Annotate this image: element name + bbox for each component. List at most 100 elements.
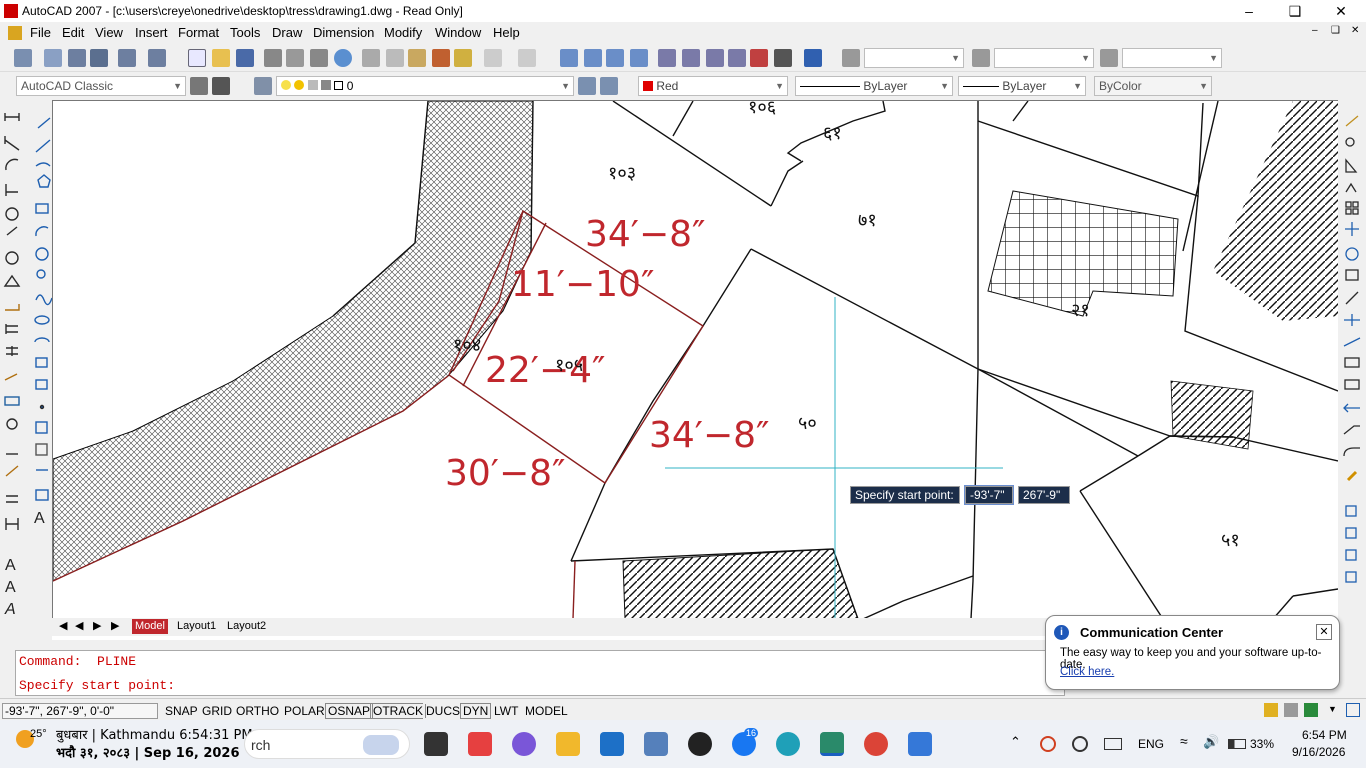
next-tab-icon[interactable]: ▶ bbox=[90, 619, 104, 634]
properties-icon[interactable] bbox=[658, 49, 676, 67]
sheet-set-icon[interactable] bbox=[68, 49, 86, 67]
layer-manager-icon[interactable] bbox=[254, 77, 272, 95]
model-toggle[interactable]: MODEL bbox=[522, 703, 571, 719]
dyn-x-input[interactable]: -93'-7" bbox=[964, 485, 1014, 505]
help-icon[interactable] bbox=[804, 49, 822, 67]
autocad-taskbar-icon[interactable] bbox=[820, 732, 844, 756]
tab-layout1[interactable]: Layout1 bbox=[174, 619, 219, 634]
maximize-button[interactable]: ❑ bbox=[1272, 0, 1318, 22]
comm-center-icon[interactable] bbox=[1264, 703, 1278, 717]
doc-minimize-button[interactable]: – bbox=[1312, 25, 1318, 36]
clock-date[interactable]: 9/16/2026 bbox=[1292, 745, 1345, 759]
open-folder-icon[interactable] bbox=[212, 49, 230, 67]
zoom-realtime-icon[interactable] bbox=[584, 49, 602, 67]
snap-toggle[interactable]: SNAP bbox=[162, 703, 201, 719]
dyn-y-input[interactable]: 267'-9" bbox=[1018, 486, 1070, 504]
3d-dwf-icon[interactable] bbox=[334, 49, 352, 67]
otrack-toggle[interactable]: OTRACK bbox=[370, 703, 427, 719]
make-current-layer-icon[interactable] bbox=[578, 77, 596, 95]
paste-icon[interactable] bbox=[408, 49, 426, 67]
menu-dimension[interactable]: Dimension bbox=[313, 25, 374, 40]
zoom-previous-icon[interactable] bbox=[630, 49, 648, 67]
menu-file[interactable]: File bbox=[30, 25, 51, 40]
menu-window[interactable]: Window bbox=[435, 25, 481, 40]
chrome-icon[interactable] bbox=[864, 732, 888, 756]
plot-preview-icon[interactable] bbox=[286, 49, 304, 67]
minimize-button[interactable]: – bbox=[1226, 0, 1272, 22]
color-combo[interactable]: Red ▼ bbox=[638, 76, 788, 96]
tab-layout2[interactable]: Layout2 bbox=[224, 619, 269, 634]
search-box[interactable]: rch bbox=[244, 729, 410, 759]
redo-icon[interactable] bbox=[518, 49, 536, 67]
menu-tools[interactable]: Tools bbox=[230, 25, 260, 40]
sync-icon[interactable] bbox=[1040, 736, 1056, 752]
calc-icon[interactable] bbox=[148, 49, 166, 67]
text-style-combo[interactable]: ▼ bbox=[864, 48, 964, 68]
match-properties-icon[interactable] bbox=[432, 49, 450, 67]
task-view-icon[interactable] bbox=[424, 732, 448, 756]
first-tab-icon[interactable]: ◀ bbox=[56, 619, 70, 634]
close-button[interactable]: ✕ bbox=[1318, 0, 1364, 22]
menu-help[interactable]: Help bbox=[493, 25, 520, 40]
markup-set-icon[interactable] bbox=[750, 49, 768, 67]
lock-toolbar-icon[interactable] bbox=[1284, 703, 1298, 717]
cut-icon[interactable] bbox=[362, 49, 380, 67]
app-icon-1[interactable] bbox=[468, 732, 492, 756]
tray-app-icon[interactable] bbox=[1072, 736, 1088, 752]
dyn-toggle[interactable]: DYN bbox=[460, 703, 492, 719]
new-icon[interactable] bbox=[14, 49, 32, 67]
status-menu-icon[interactable]: ▼ bbox=[1328, 704, 1337, 714]
menu-insert[interactable]: Insert bbox=[135, 25, 168, 40]
lineweight-combo[interactable]: ByLayer ▼ bbox=[958, 76, 1086, 96]
open-icon[interactable] bbox=[44, 49, 62, 67]
tool-palettes-icon[interactable] bbox=[706, 49, 724, 67]
table-style-icon[interactable] bbox=[1100, 49, 1118, 67]
wifi-icon[interactable]: ≈ bbox=[1180, 733, 1188, 749]
calculator-icon[interactable] bbox=[644, 732, 668, 756]
linetype-combo[interactable]: ByLayer ▼ bbox=[795, 76, 953, 96]
lwt-toggle[interactable]: LWT bbox=[491, 703, 522, 719]
zoom-window-icon[interactable] bbox=[606, 49, 624, 67]
ortho-toggle[interactable]: ORTHO bbox=[233, 703, 283, 719]
chatgpt-icon[interactable] bbox=[688, 732, 712, 756]
grid-toggle[interactable]: GRID bbox=[199, 703, 235, 719]
language-indicator[interactable]: ENG bbox=[1138, 737, 1164, 751]
undo-icon[interactable] bbox=[484, 49, 502, 67]
dim-style-icon[interactable] bbox=[972, 49, 990, 67]
keyboard-icon[interactable] bbox=[1104, 738, 1122, 750]
quickcalc-icon[interactable] bbox=[774, 49, 792, 67]
layer-combo[interactable]: 0 ▼ bbox=[276, 76, 574, 96]
prev-tab-icon[interactable]: ◀ bbox=[72, 619, 86, 634]
copy-icon[interactable] bbox=[386, 49, 404, 67]
doc-restore-button[interactable]: ❑ bbox=[1331, 25, 1340, 36]
table-style-combo[interactable]: ▼ bbox=[1122, 48, 1222, 68]
volume-icon[interactable]: 🔊 bbox=[1203, 734, 1219, 750]
clean-screen-icon[interactable] bbox=[1346, 703, 1360, 717]
dim-style-combo[interactable]: ▼ bbox=[994, 48, 1094, 68]
menu-edit[interactable]: Edit bbox=[62, 25, 84, 40]
save-icon[interactable] bbox=[236, 49, 254, 67]
comm-close-button[interactable]: ✕ bbox=[1316, 624, 1332, 640]
menu-draw[interactable]: Draw bbox=[272, 25, 302, 40]
battery-icon[interactable] bbox=[1228, 739, 1246, 749]
markup-icon[interactable] bbox=[90, 49, 108, 67]
plot-icon[interactable] bbox=[264, 49, 282, 67]
dbconnect-icon[interactable] bbox=[118, 49, 136, 67]
text-style-icon[interactable] bbox=[842, 49, 860, 67]
app-icon-2[interactable] bbox=[512, 732, 536, 756]
last-tab-icon[interactable]: ▶ bbox=[108, 619, 122, 634]
outlook-icon[interactable] bbox=[600, 732, 624, 756]
pan-icon[interactable] bbox=[560, 49, 578, 67]
menu-format[interactable]: Format bbox=[178, 25, 219, 40]
plotstyle-combo[interactable]: ByColor ▼ bbox=[1094, 76, 1212, 96]
workspace-save-icon[interactable] bbox=[212, 77, 230, 95]
photos-icon[interactable] bbox=[908, 732, 932, 756]
workspace-settings-icon[interactable] bbox=[190, 77, 208, 95]
workspace-combo[interactable]: AutoCAD Classic ▼ bbox=[16, 76, 186, 96]
sheet-set-manager-icon[interactable] bbox=[728, 49, 746, 67]
edge-icon[interactable] bbox=[776, 732, 800, 756]
tray-chevron-icon[interactable]: ⌃ bbox=[1010, 734, 1021, 750]
doc-close-button[interactable]: ✕ bbox=[1351, 25, 1359, 36]
coordinate-readout[interactable]: -93'-7", 267'-9", 0'-0" bbox=[2, 703, 158, 719]
menu-modify[interactable]: Modify bbox=[384, 25, 422, 40]
